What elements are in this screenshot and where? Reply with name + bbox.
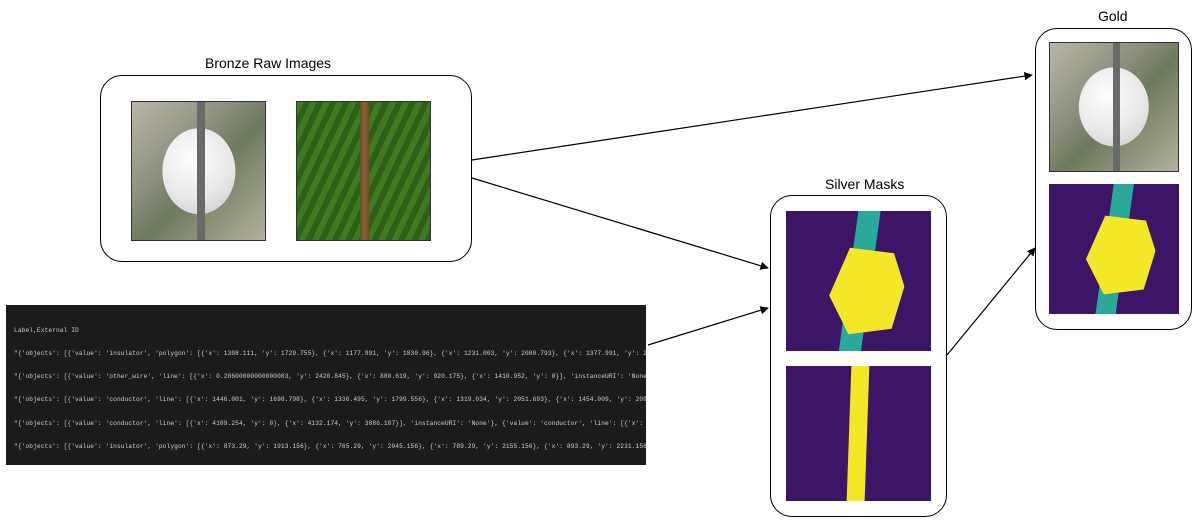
gold-raw-image (1049, 42, 1179, 172)
labels-csv-dump: Label,External ID "{'objects': [{'value'… (6, 305, 646, 465)
csv-line: "{'objects': [{'value': 'other_wire', 'l… (14, 373, 638, 381)
csv-line: "{'objects': [{'value': 'insulator', 'po… (14, 350, 638, 358)
gold-card (1035, 28, 1192, 330)
mask-insulator-hexagon (826, 246, 906, 336)
arrow-bronze-to-gold (472, 75, 1032, 160)
mask-pole-bar (847, 366, 870, 501)
mask-image-pole (786, 366, 931, 501)
gold-label: Gold (1098, 8, 1128, 24)
arrow-bronze-to-silver (472, 178, 768, 268)
bronze-label: Bronze Raw Images (205, 55, 331, 71)
gold-mask-hexagon (1083, 214, 1157, 296)
raw-image-pole (296, 101, 431, 241)
arrow-csv-to-silver (648, 308, 768, 345)
csv-line: "{'objects': [{'value': 'conductor', 'li… (14, 420, 638, 428)
csv-header: Label,External ID (14, 327, 638, 335)
gold-mask-image (1049, 184, 1179, 314)
silver-card (770, 195, 947, 517)
csv-line: "{'objects': [{'value': 'conductor', 'li… (14, 396, 638, 404)
bronze-card (100, 75, 472, 262)
arrow-silver-to-gold (947, 248, 1035, 355)
csv-line: "{'objects': [{'value': 'insulator', 'po… (14, 443, 638, 451)
silver-label: Silver Masks (825, 176, 904, 192)
pipeline-diagram: Bronze Raw Images Silver Masks Gold Labe… (0, 0, 1200, 523)
raw-image-dish (131, 101, 266, 241)
mask-image-insulator (786, 211, 931, 351)
